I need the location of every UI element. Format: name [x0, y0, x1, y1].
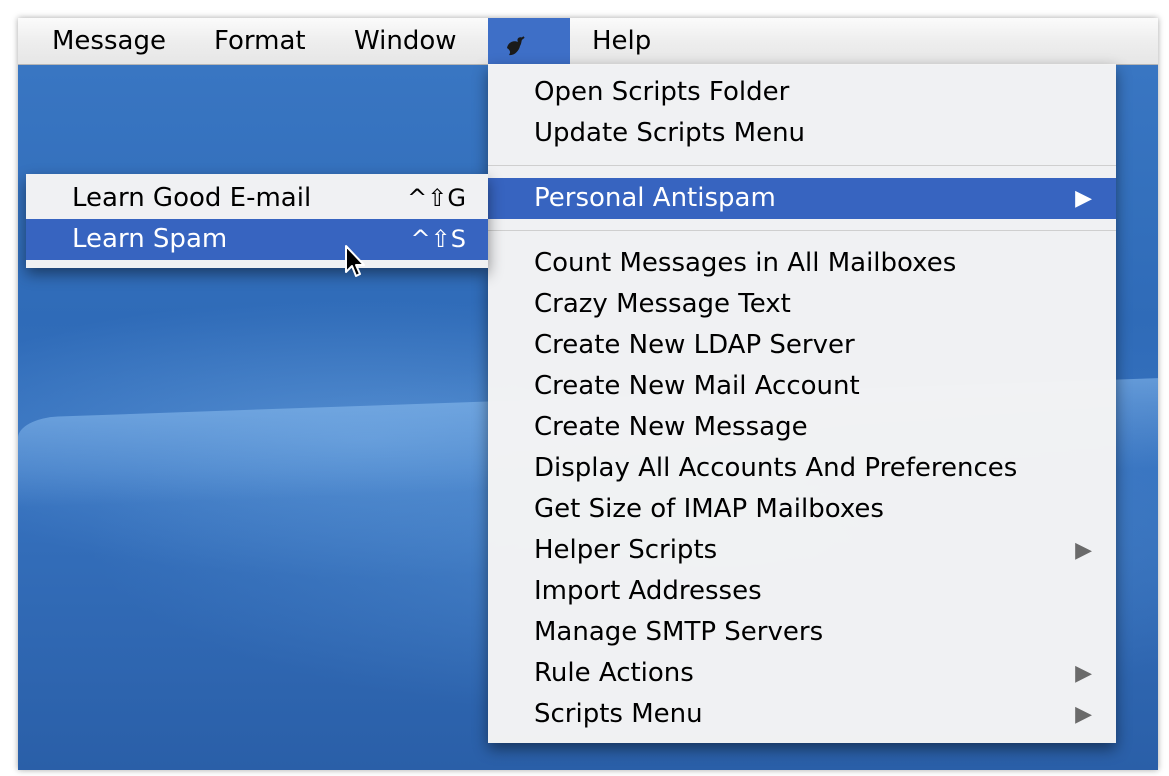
menu-item-label: Create New LDAP Server [534, 330, 855, 360]
menu-separator [488, 219, 1116, 243]
menu-item-label: Import Addresses [534, 576, 762, 606]
menu-item-label: Manage SMTP Servers [534, 617, 824, 647]
menu-format[interactable]: Format [200, 18, 320, 64]
menu-item-label: Scripts Menu [534, 699, 703, 729]
menu-item-label: Learn Good E-mail [72, 183, 312, 213]
menu-item-create-ldap-server[interactable]: Create New LDAP Server [488, 325, 1116, 366]
submenu-arrow-icon: ▶ [1075, 538, 1092, 563]
submenu-arrow-icon: ▶ [1075, 702, 1092, 727]
menu-item-label: Helper Scripts [534, 535, 718, 565]
menu-item-update-scripts-menu[interactable]: Update Scripts Menu [488, 113, 1116, 154]
menu-item-label: Rule Actions [534, 658, 694, 688]
menu-item-rule-actions[interactable]: Rule Actions ▶ [488, 653, 1116, 694]
menu-separator [488, 154, 1116, 178]
menu-item-label: Open Scripts Folder [534, 77, 790, 107]
menu-message[interactable]: Message [38, 18, 180, 64]
menu-item-scripts-menu[interactable]: Scripts Menu ▶ [488, 694, 1116, 735]
menu-item-helper-scripts[interactable]: Helper Scripts ▶ [488, 530, 1116, 571]
menu-item-manage-smtp[interactable]: Manage SMTP Servers [488, 612, 1116, 653]
submenu-arrow-icon: ▶ [1075, 661, 1092, 686]
menu-item-label: Learn Spam [72, 224, 228, 254]
antispam-submenu: Learn Good E-mail ^⇧G Learn Spam ^⇧S [26, 174, 488, 268]
menu-bar: Message Format Window Help [18, 18, 1158, 65]
menu-window[interactable]: Window [340, 18, 471, 64]
menu-item-learn-spam[interactable]: Learn Spam ^⇧S [26, 219, 488, 260]
mouse-cursor-icon [345, 245, 365, 277]
keyboard-shortcut: ^⇧G [407, 184, 466, 212]
menu-item-label: Create New Message [534, 412, 808, 442]
menu-item-label: Get Size of IMAP Mailboxes [534, 494, 884, 524]
menu-item-count-messages[interactable]: Count Messages in All Mailboxes [488, 243, 1116, 284]
menu-item-label: Display All Accounts And Preferences [534, 453, 1018, 483]
menu-item-open-scripts-folder[interactable]: Open Scripts Folder [488, 72, 1116, 113]
menu-item-personal-antispam[interactable]: Personal Antispam ▶ [488, 178, 1116, 219]
scripts-menu: Open Scripts Folder Update Scripts Menu … [488, 64, 1116, 743]
menu-help[interactable]: Help [578, 18, 665, 64]
menu-item-import-addresses[interactable]: Import Addresses [488, 571, 1116, 612]
menu-item-get-size-imap[interactable]: Get Size of IMAP Mailboxes [488, 489, 1116, 530]
menu-scripts[interactable] [488, 18, 570, 64]
menu-item-display-accounts[interactable]: Display All Accounts And Preferences [488, 448, 1116, 489]
menu-item-label: Personal Antispam [534, 183, 776, 213]
menu-item-crazy-message-text[interactable]: Crazy Message Text [488, 284, 1116, 325]
menu-item-create-new-message[interactable]: Create New Message [488, 407, 1116, 448]
menu-item-label: Create New Mail Account [534, 371, 860, 401]
submenu-arrow-icon: ▶ [1075, 186, 1092, 211]
desktop: Message Format Window Help Open Scripts … [18, 18, 1158, 770]
menu-item-label: Update Scripts Menu [534, 118, 806, 148]
keyboard-shortcut: ^⇧S [410, 225, 466, 253]
menu-item-label: Count Messages in All Mailboxes [534, 248, 957, 278]
script-menu-icon [507, 35, 525, 55]
menu-item-label: Crazy Message Text [534, 289, 791, 319]
menu-item-create-mail-account[interactable]: Create New Mail Account [488, 366, 1116, 407]
menu-item-learn-good-email[interactable]: Learn Good E-mail ^⇧G [26, 178, 488, 219]
